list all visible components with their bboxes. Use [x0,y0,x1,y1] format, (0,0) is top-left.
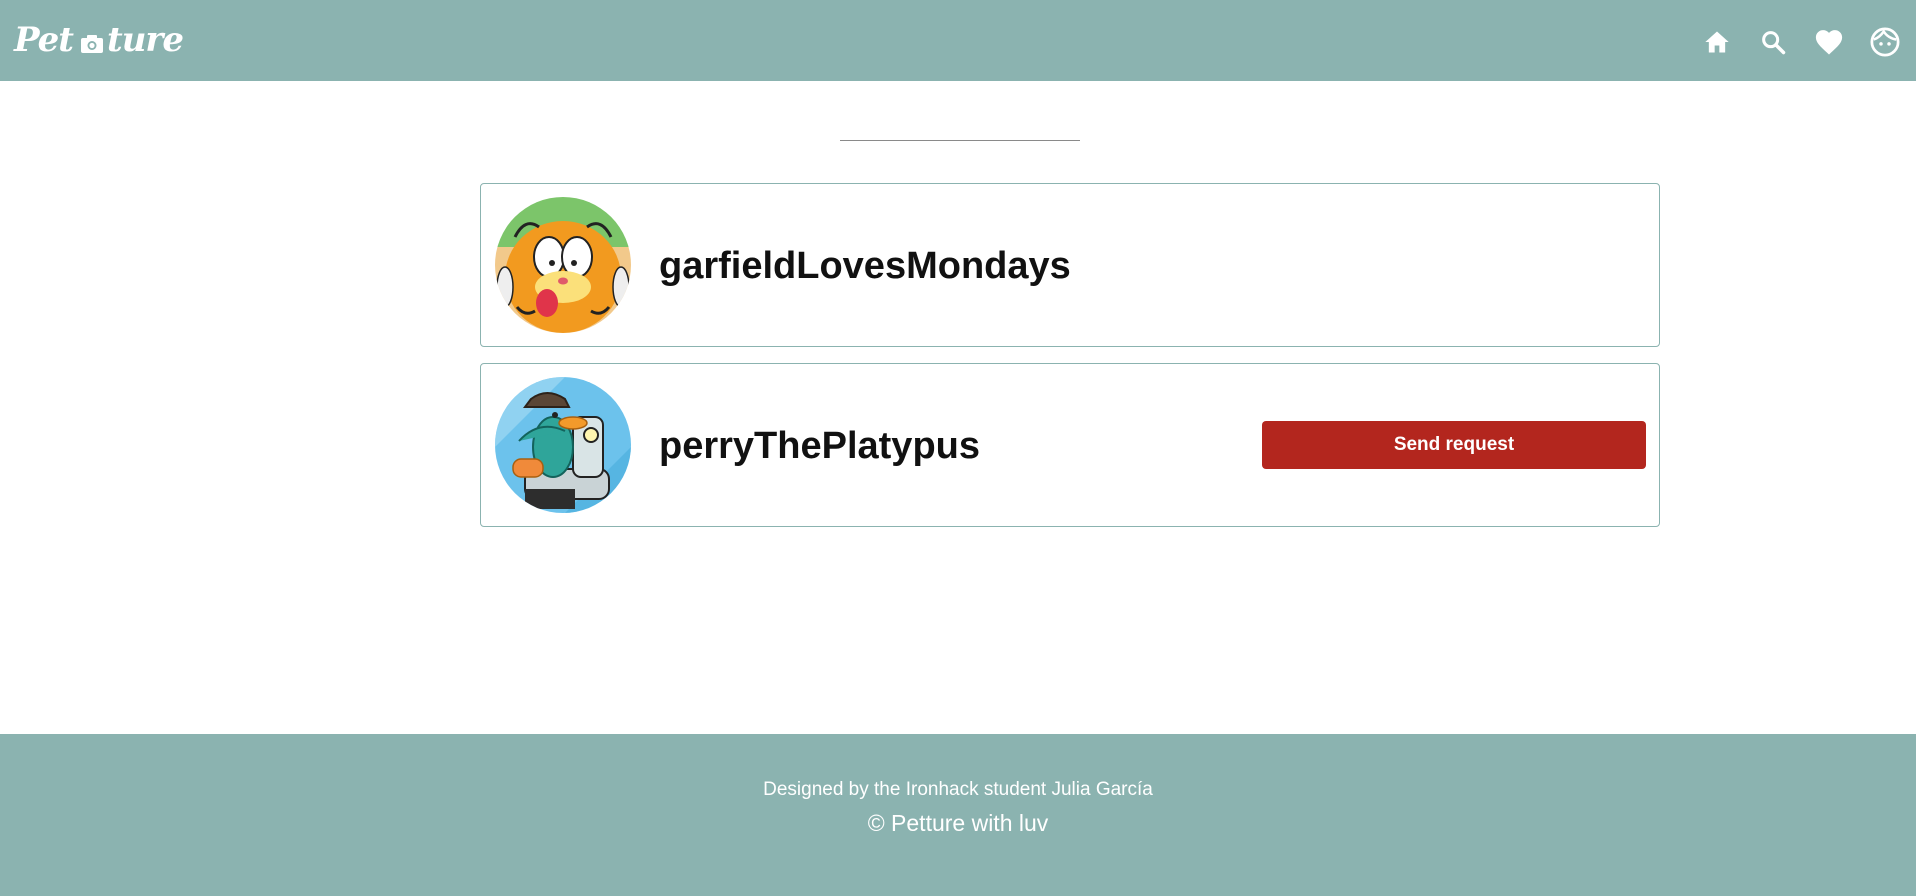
home-icon[interactable] [1700,25,1734,59]
send-request-button[interactable]: Send request [1262,421,1646,469]
username[interactable]: garfieldLovesMondays [659,244,1071,288]
navbar: Pet ture [0,0,1916,81]
search-icon[interactable] [1756,25,1790,59]
garfield-avatar [495,197,631,333]
footer-credit: Designed by the Ironhack student Julia G… [763,779,1153,800]
logo-text-left: Pet [14,20,74,60]
camera-icon [81,35,103,53]
user-result-card[interactable]: garfieldLovesMondays [480,183,1660,347]
logo[interactable]: Pet ture [14,18,184,62]
footer-copyright: © Petture with luv [867,810,1049,836]
footer: Designed by the Ironhack student Julia G… [0,734,1916,896]
username[interactable]: perryThePlatypus [659,424,980,468]
perry-avatar [495,377,631,513]
profile-face-icon[interactable] [1868,25,1902,59]
nav-icons [1700,22,1902,62]
search-divider [840,140,1080,141]
logo-text-right: ture [107,20,184,60]
heart-icon[interactable] [1812,25,1846,59]
user-result-card[interactable]: perryThePlatypus Send request [480,363,1660,527]
